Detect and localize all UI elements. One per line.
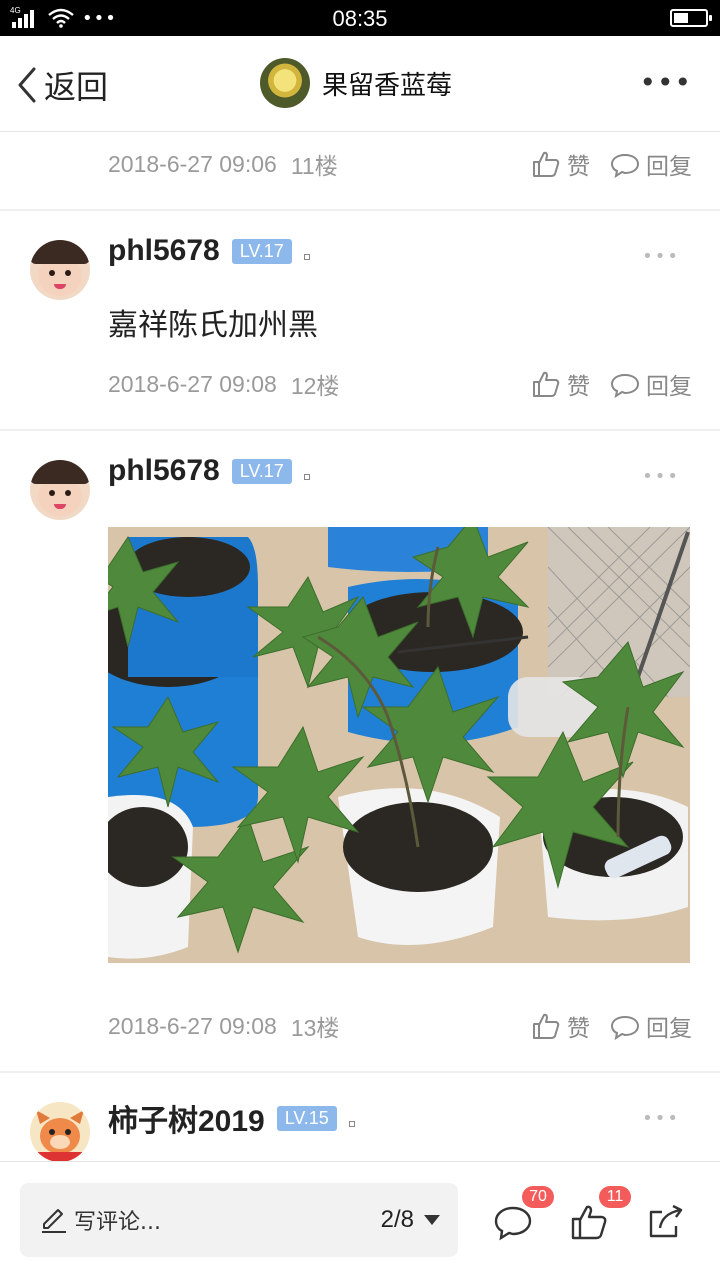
- reply-label: 回复: [646, 374, 692, 400]
- reply-button[interactable]: 回复: [610, 147, 692, 181]
- potted-fig-trees-image: [108, 527, 690, 963]
- member-dot-icon: [348, 1121, 355, 1127]
- page-indicator: 2/8: [380, 1206, 414, 1233]
- comment-bubble-icon: [610, 373, 640, 399]
- divider: [0, 209, 720, 211]
- page-selector[interactable]: 2/8: [381, 1206, 440, 1234]
- like-label: 赞: [567, 1016, 590, 1042]
- member-dot-icon: [303, 254, 310, 260]
- like-button[interactable]: 赞: [531, 1009, 590, 1043]
- reply-button[interactable]: 回复: [610, 367, 692, 401]
- divider: [0, 429, 720, 431]
- reply-button[interactable]: 回复: [610, 1009, 692, 1043]
- user-line: 柿子树2019 LV.15: [108, 1096, 355, 1140]
- username[interactable]: phl5678: [108, 234, 220, 268]
- post-more-button[interactable]: •••: [642, 1108, 680, 1129]
- back-button[interactable]: 返回: [14, 62, 108, 108]
- like-label: 赞: [567, 374, 590, 400]
- status-bar: 4G ••• 08:35: [0, 0, 720, 36]
- divider: [0, 1071, 720, 1073]
- post-timestamp: 2018-6-27 09:06: [108, 150, 277, 177]
- user-avatar[interactable]: [30, 240, 90, 300]
- post-meta-row: 2018-6-27 09:08 13楼 赞 回复: [108, 1006, 692, 1046]
- post-meta-row: 2018-6-27 09:06 11楼 赞 回复: [108, 144, 692, 184]
- post-more-button[interactable]: •••: [642, 466, 680, 487]
- share-icon[interactable]: [646, 1202, 686, 1242]
- forum-avatar: [260, 58, 310, 108]
- thumbs-up-icon: [533, 1013, 560, 1039]
- user-avatar[interactable]: [30, 460, 90, 520]
- like-icon[interactable]: [569, 1202, 609, 1242]
- like-label: 赞: [567, 154, 590, 180]
- caret-down-icon: [424, 1215, 440, 1225]
- reply-label: 回复: [646, 154, 692, 180]
- post-timestamp: 2018-6-27 09:08: [108, 370, 277, 397]
- bottom-bar: 写评论... 2/8 70 11: [0, 1161, 720, 1280]
- back-label: 返回: [44, 68, 109, 106]
- comment-bubble-icon: [610, 153, 640, 179]
- post-floor: 12楼: [290, 373, 340, 399]
- comment-count-badge: 70: [522, 1186, 554, 1208]
- comment-input[interactable]: 写评论... 2/8: [20, 1183, 458, 1257]
- like-count-badge: 11: [599, 1186, 631, 1208]
- username[interactable]: 柿子树2019: [108, 1096, 265, 1140]
- pencil-icon: [42, 1209, 66, 1233]
- level-badge: LV.17: [231, 238, 292, 264]
- comments-icon[interactable]: [493, 1202, 533, 1242]
- post-photo[interactable]: [108, 527, 690, 963]
- clock: 08:35: [332, 6, 388, 31]
- post-timestamp: 2018-6-27 09:08: [108, 1012, 277, 1039]
- like-button[interactable]: 赞: [531, 367, 590, 401]
- cartoon-avatar-icon: [30, 1102, 90, 1162]
- comment-placeholder: 写评论...: [74, 1210, 161, 1235]
- thumbs-up-icon: [533, 371, 560, 397]
- battery-icon: [670, 9, 712, 27]
- forum-title: 果留香蓝莓: [322, 70, 453, 101]
- user-line: phl5678 LV.17: [108, 234, 310, 268]
- level-badge: LV.15: [276, 1105, 337, 1131]
- post-floor: 13楼: [290, 1015, 340, 1041]
- chevron-left-icon: [18, 67, 36, 103]
- user-line: phl5678 LV.17: [108, 454, 310, 488]
- post-meta-row: 2018-6-27 09:08 12楼 赞 回复: [108, 364, 692, 404]
- member-dot-icon: [303, 474, 310, 480]
- nav-bar: 返回 果留香蓝莓 •••: [0, 36, 720, 132]
- like-button[interactable]: 赞: [531, 147, 590, 181]
- post-content: 嘉祥陈氏加州黑: [108, 308, 318, 343]
- post-floor: 11楼: [290, 153, 338, 179]
- username[interactable]: phl5678: [108, 454, 220, 488]
- comment-bubble-icon: [610, 1015, 640, 1041]
- post-more-button[interactable]: •••: [642, 246, 680, 267]
- level-badge: LV.17: [231, 458, 292, 484]
- thumbs-up-icon: [533, 151, 560, 177]
- forum-header[interactable]: 果留香蓝莓: [260, 58, 452, 108]
- more-options-button[interactable]: •••: [639, 66, 692, 99]
- user-avatar[interactable]: [30, 1102, 90, 1162]
- reply-label: 回复: [646, 1016, 692, 1042]
